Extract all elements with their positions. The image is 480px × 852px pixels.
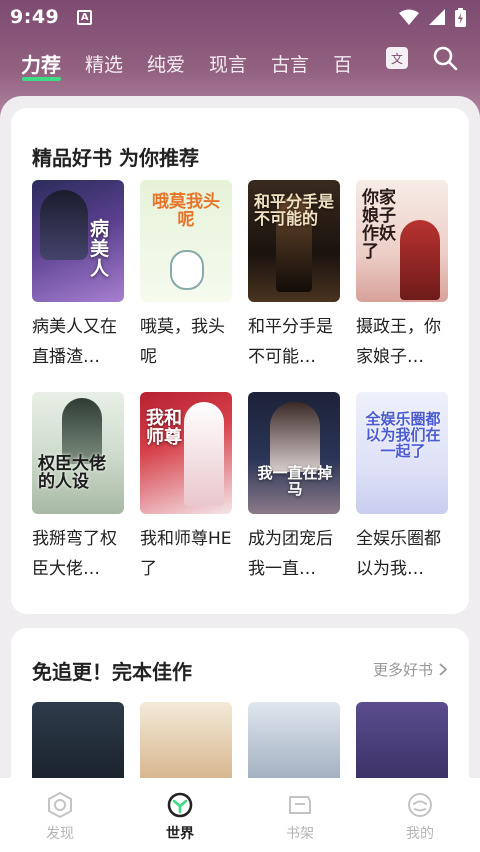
category-list-icon[interactable]: 文 <box>386 47 408 69</box>
book-cover[interactable] <box>356 702 448 778</box>
book-item[interactable]: 权臣大佬的人设 我掰弯了权臣大佬… <box>32 392 124 584</box>
nav-label: 发现 <box>46 826 74 842</box>
cover-title-text: 和平分手是不可能的 <box>254 192 335 228</box>
book-cover[interactable] <box>140 702 232 778</box>
tab-xianyan[interactable]: 现言 <box>209 50 247 77</box>
profile-icon <box>408 793 432 817</box>
tab-bai[interactable]: 百 <box>333 50 352 77</box>
book-item[interactable]: 你家娘子作妖了 摄政王，你家娘子… <box>356 180 448 372</box>
book-title: 全娱乐圈都以为我… <box>356 529 441 579</box>
book-cover[interactable] <box>248 702 340 778</box>
cover-title-text: 病美人 <box>90 218 110 280</box>
bookshelf-icon <box>289 796 311 814</box>
book-item[interactable]: 全娱乐圈都以为我们在一起了 全娱乐圈都以为我… <box>356 392 448 584</box>
book-title: 和平分手是不可能… <box>248 317 333 367</box>
chevron-right-icon <box>439 663 447 676</box>
main-content[interactable]: 精品好书 为你推荐 病美人 病美人又在直播渣… 哦莫我头呢 哦莫，我头呢 和平分… <box>0 96 480 778</box>
book-cover[interactable] <box>32 702 124 778</box>
cover-title-text: 我一直在掉马 <box>257 464 333 498</box>
book-cover: 病美人 <box>32 180 124 302</box>
book-cover: 哦莫我头呢 <box>140 180 232 302</box>
book-title: 我掰弯了权臣大佬… <box>32 529 117 579</box>
completed-books-section: 免追更！完本佳作 更多好书 <box>11 628 469 778</box>
cover-figure <box>170 250 204 290</box>
book-item[interactable]: 和平分手是不可能的 和平分手是不可能… <box>248 180 340 372</box>
nav-profile[interactable]: 我的 <box>360 778 480 852</box>
book-cover: 和平分手是不可能的 <box>248 180 340 302</box>
notification-a-icon: A <box>77 9 93 25</box>
nav-discover[interactable]: 发现 <box>0 778 120 852</box>
book-cover: 你家娘子作妖了 <box>356 180 448 302</box>
nav-label: 书架 <box>286 826 314 842</box>
section-title: 精品好书 为你推荐 <box>32 146 199 170</box>
book-item[interactable]: 病美人 病美人又在直播渣… <box>32 180 124 372</box>
book-cover: 我一直在掉马 <box>248 392 340 514</box>
cover-title-text: 全娱乐圈都以为我们在一起了 <box>365 410 441 460</box>
category-tabs: 力荐 精选 纯爱 现言 古言 百 <box>0 38 480 88</box>
tab-jingxuan[interactable]: 精选 <box>85 50 123 77</box>
book-title: 病美人又在直播渣… <box>32 317 117 367</box>
book-cover: 我和师尊 <box>140 392 232 514</box>
cover-title-text: 我和师尊 <box>146 408 182 448</box>
battery-charging-icon <box>455 7 466 27</box>
cover-title-text: 权臣大佬的人设 <box>38 454 106 492</box>
recommend-section: 精品好书 为你推荐 病美人 病美人又在直播渣… 哦莫我头呢 哦莫，我头呢 和平分… <box>11 108 469 614</box>
section-title: 免追更！完本佳作 <box>32 660 192 684</box>
search-icon[interactable] <box>432 45 458 71</box>
nav-world[interactable]: 世界 <box>120 778 240 852</box>
cover-figure <box>40 190 88 260</box>
nav-label: 世界 <box>166 826 194 842</box>
cover-figure <box>184 402 224 506</box>
status-bar: 9:49 A <box>0 0 480 34</box>
more-books-link[interactable]: 更多好书 <box>373 659 447 680</box>
cover-figure <box>400 220 440 300</box>
cover-title-text: 你家娘子作妖了 <box>362 188 396 262</box>
nav-bookshelf[interactable]: 书架 <box>240 778 360 852</box>
tab-lijian[interactable]: 力荐 <box>21 49 61 78</box>
book-item[interactable]: 我一直在掉马 成为团宠后我一直… <box>248 392 340 584</box>
bottom-navigation: 发现 世界 书架 我的 <box>0 778 480 852</box>
book-title: 摄政王，你家娘子… <box>356 317 441 367</box>
signal-icon <box>429 9 445 25</box>
book-cover: 权臣大佬的人设 <box>32 392 124 514</box>
cover-title-text: 哦莫我头呢 <box>152 192 220 230</box>
more-books-label: 更多好书 <box>372 661 433 679</box>
tab-guyan[interactable]: 古言 <box>271 50 309 77</box>
cover-figure <box>270 402 320 472</box>
status-time: 9:49 <box>10 6 60 28</box>
book-cover: 全娱乐圈都以为我们在一起了 <box>356 392 448 514</box>
book-title: 我和师尊HE了 <box>140 529 232 579</box>
discover-icon <box>48 791 72 819</box>
tab-chunai[interactable]: 纯爱 <box>147 50 185 77</box>
active-tab-indicator <box>22 77 61 81</box>
world-icon <box>167 792 193 818</box>
book-title: 哦莫，我头呢 <box>140 317 225 367</box>
wifi-icon <box>399 9 419 25</box>
book-item[interactable]: 我和师尊 我和师尊HE了 <box>140 392 232 584</box>
nav-label: 我的 <box>406 826 434 842</box>
book-item[interactable]: 哦莫我头呢 哦莫，我头呢 <box>140 180 232 372</box>
book-title: 成为团宠后我一直… <box>248 529 333 579</box>
